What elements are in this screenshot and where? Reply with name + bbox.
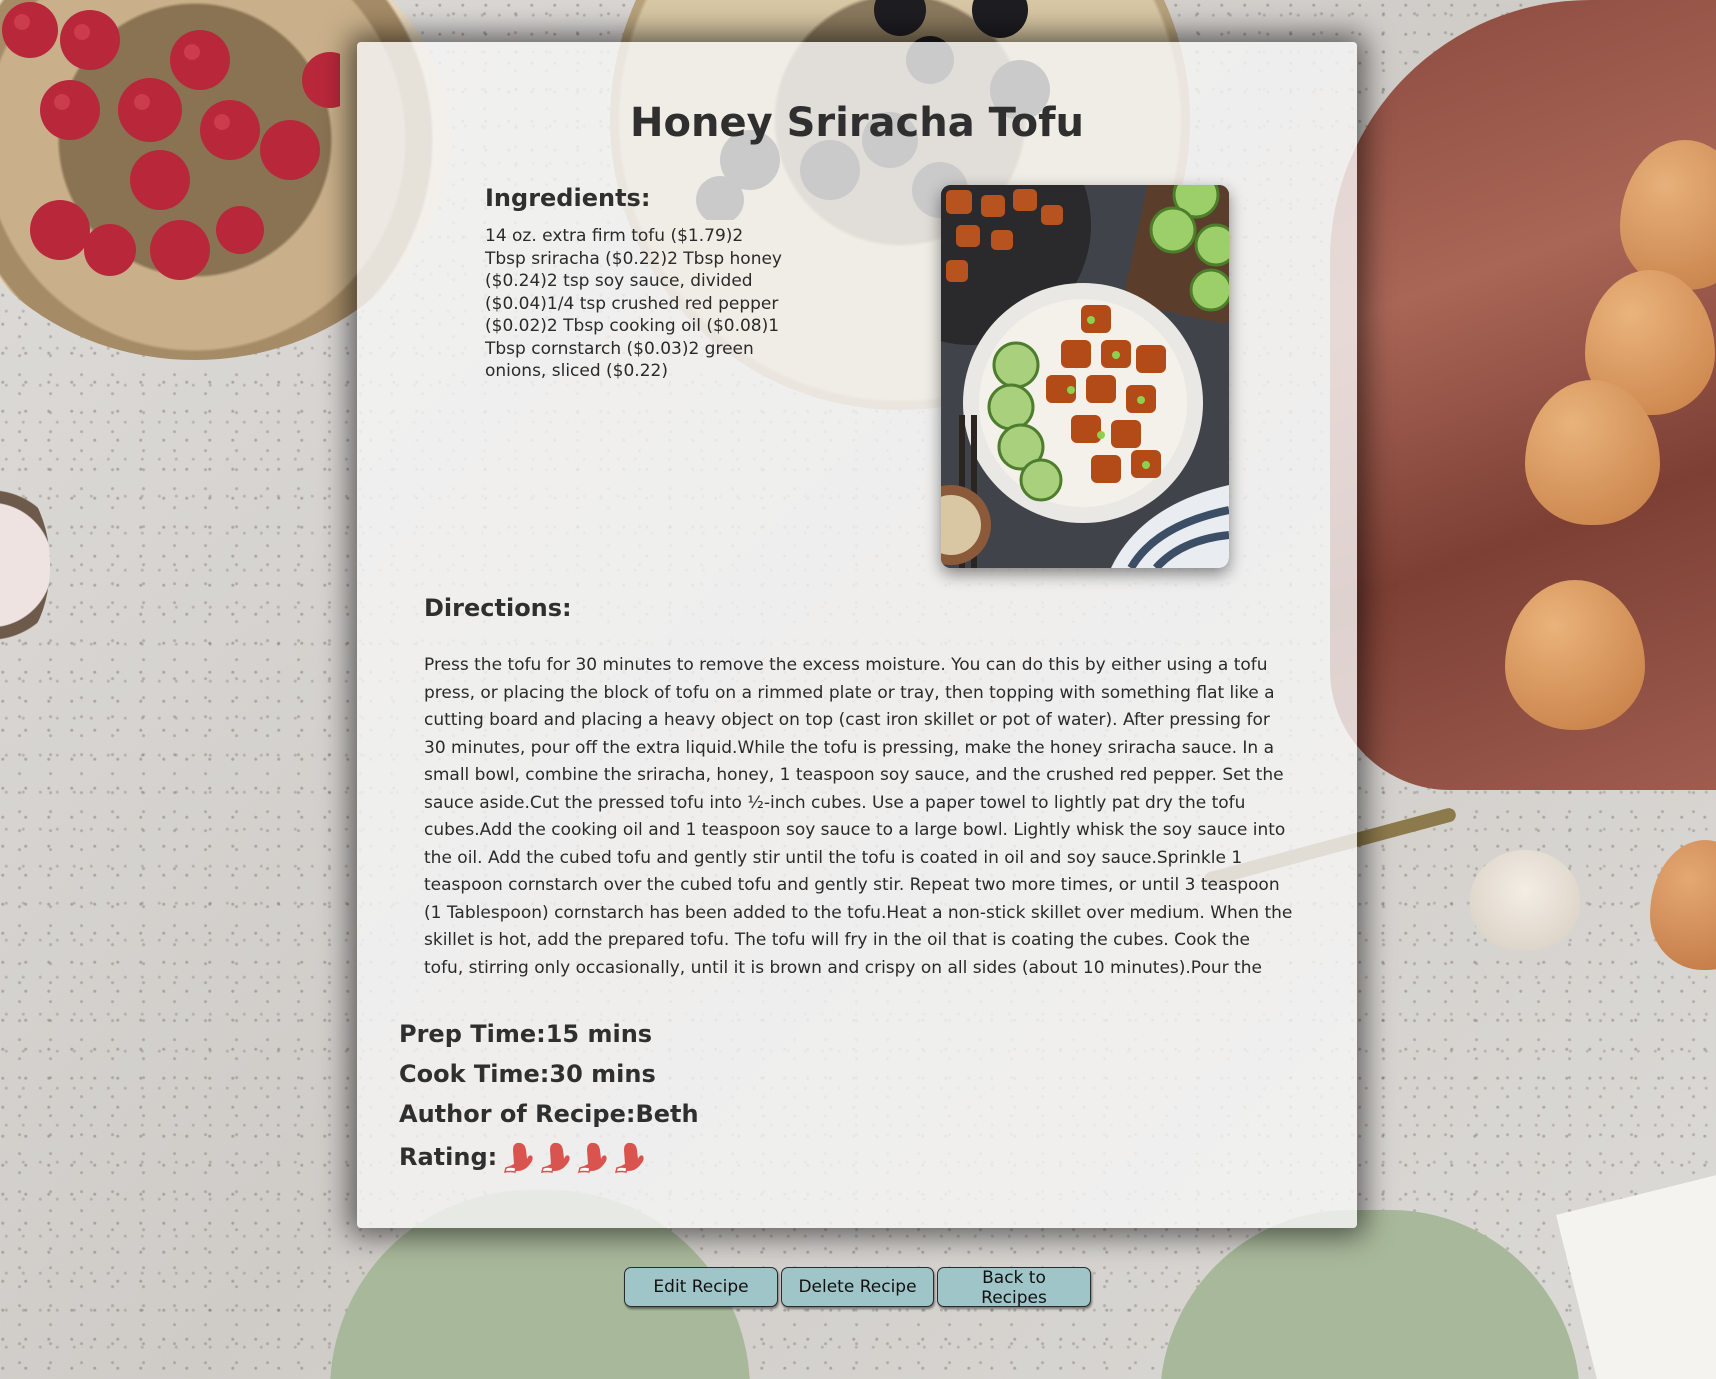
recipe-card: Honey Sriracha Tofu Ingredients: 14 oz. … [357, 42, 1357, 1228]
recipe-rating: Rating: [399, 1140, 647, 1174]
author-label: Author of Recipe: [399, 1100, 636, 1128]
oven-mitt-icon [541, 1142, 570, 1173]
cook-time: Cook Time:30 mins [399, 1060, 656, 1088]
delete-recipe-button[interactable]: Delete Recipe [781, 1267, 934, 1307]
background-eggshell [1470, 850, 1580, 950]
directions-text[interactable]: Press the tofu for 30 minutes to remove … [424, 652, 1294, 982]
recipe-photo [941, 185, 1229, 568]
prep-time: Prep Time:15 mins [399, 1020, 652, 1048]
background-sleeve-right [1160, 1210, 1580, 1379]
directions-heading: Directions: [424, 594, 572, 622]
oven-mitt-icon [578, 1142, 607, 1173]
background-salt-bowl [0, 470, 50, 660]
back-to-recipes-button[interactable]: Back to Recipes [937, 1267, 1091, 1308]
recipe-author: Author of Recipe:Beth [399, 1100, 699, 1128]
cook-time-value: 30 mins [549, 1060, 656, 1088]
edit-recipe-button[interactable]: Edit Recipe [624, 1267, 778, 1307]
rating-label: Rating: [399, 1143, 498, 1171]
background-egg [1585, 270, 1715, 415]
background-cloth [1330, 0, 1716, 790]
prep-time-value: 15 mins [545, 1020, 653, 1048]
prep-time-label: Prep Time: [399, 1020, 546, 1048]
background-egg [1505, 580, 1645, 730]
rating-mitts [503, 1140, 647, 1174]
ingredients-list: 14 oz. extra firm tofu ($1.79)2 Tbsp sri… [485, 226, 782, 381]
oven-mitt-icon [504, 1142, 533, 1173]
tofu-dish-image [941, 185, 1229, 568]
oven-mitt-icon [615, 1142, 644, 1173]
background-egg [1620, 140, 1716, 290]
recipe-actions: Edit Recipe Delete Recipe Back to Recipe… [624, 1267, 1091, 1308]
background-egg [1525, 380, 1660, 525]
background-paper [1556, 1171, 1716, 1379]
cook-time-label: Cook Time: [399, 1060, 550, 1088]
ingredients-heading: Ingredients: [485, 184, 651, 212]
recipe-title: Honey Sriracha Tofu [630, 100, 1084, 146]
author-value: Beth [635, 1100, 699, 1128]
raspberries-decoration [2, 2, 340, 280]
background-egg [1650, 840, 1716, 970]
